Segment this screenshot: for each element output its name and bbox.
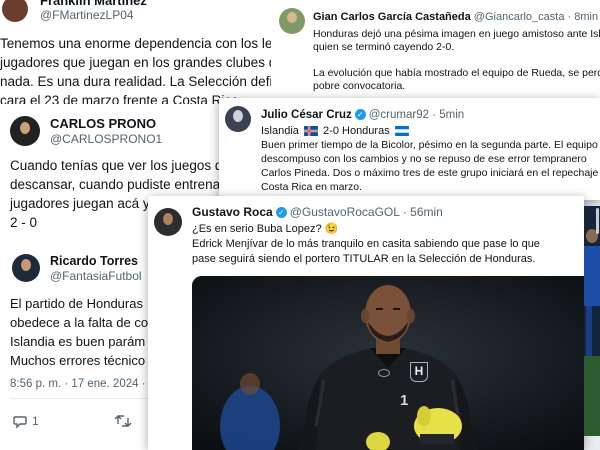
avatar-figure <box>233 110 243 122</box>
avatar[interactable] <box>225 106 251 132</box>
tweet-line: El partido de Honduras <box>10 296 143 311</box>
author-header: Julio César Cruz ✓ @crumar92 · 5min <box>261 109 464 121</box>
tweet-card-gustavo-roca[interactable]: Gustavo Roca ✓ @GustavoRocaGOL · 56min ¿Es… <box>148 196 584 450</box>
tweet-headline: Islandia 2-0 Honduras <box>261 125 411 137</box>
author-handle[interactable]: @FantasiaFutbol <box>50 269 142 283</box>
author-name[interactable]: Ricardo Torres <box>50 254 138 268</box>
tweet-card-gian-carlos[interactable]: Gian Carlos García Castañeda @Giancarlo_… <box>271 0 600 100</box>
reply-icon[interactable] <box>12 413 28 429</box>
tweet-line: Edrick Menjívar de lo más tranquilo en c… <box>192 238 540 250</box>
avatar-figure <box>287 12 297 23</box>
tweet-line: Islandia es buen parám <box>10 334 146 349</box>
headline-team-a: Islandia <box>261 125 299 137</box>
tweet-photo[interactable]: H 1 <box>192 276 584 450</box>
tweet-line: Cuando tenías que ver los juegos de <box>10 158 230 173</box>
tweet-line: jugadores que juegan en los grandes club… <box>0 55 284 70</box>
headline-score: 2-0 Honduras <box>323 125 390 137</box>
tweet-line: quien se terminó cayendo 2-0. <box>313 41 455 53</box>
tweet-card-ricardo-torres[interactable]: Ricardo Torres @FantasiaFutbol El partid… <box>0 246 160 450</box>
tweet-line: descansar, cuando pudiste entrena <box>10 177 221 192</box>
author-handle[interactable]: @crumar92 <box>369 109 429 121</box>
author-handle[interactable]: @CARLOSPRONO1 <box>50 132 162 146</box>
tweet-card-julio-cesar[interactable]: Julio César Cruz ✓ @crumar92 · 5min Island… <box>219 98 600 200</box>
tweet-line: Costa Rica en marzo. <box>261 181 362 193</box>
jersey-number: 1 <box>400 392 409 409</box>
divider <box>10 398 160 399</box>
author-handle[interactable]: @GustavoRocaGOL <box>290 205 400 219</box>
tweet-line: cara el 23 de marzo frente a Costa Rica <box>0 93 239 104</box>
avatar-figure <box>163 213 173 225</box>
tweet-line: La evolución que había mostrado el equip… <box>313 67 600 79</box>
jersey-crest-icon: H <box>410 362 428 382</box>
tweet-card-franklin[interactable]: Franklin Martínez @FMartinezLP04 Tenemos… <box>0 0 290 104</box>
tweet-time[interactable]: · 8min <box>568 11 599 23</box>
author-handle[interactable]: @FMartinezLP04 <box>40 8 134 22</box>
avatar[interactable] <box>279 8 305 34</box>
tweet-line: Tenemos una enorme dependencia con los l… <box>0 36 280 51</box>
tweet-time[interactable]: · 5min <box>432 109 464 121</box>
author-name[interactable]: Franklin Martínez <box>40 0 147 8</box>
tweet-line: descompuso con los cambios y no se repus… <box>261 153 587 165</box>
avatar[interactable] <box>154 208 182 236</box>
author-header: Gustavo Roca ✓ @GustavoRocaGOL · 56min <box>192 205 443 219</box>
author-name[interactable]: Julio César Cruz <box>261 109 352 121</box>
tweet-line: ¿Es en serio Buba Lopez? 😉 <box>192 223 339 235</box>
tweet-line: pobre convocatoria. <box>313 80 406 92</box>
tweet-line: Buen primer tiempo de la Bicolor, pésimo… <box>261 139 598 151</box>
author-name[interactable]: CARLOS PRONO <box>50 116 156 131</box>
tweet-time[interactable]: · 56min <box>403 205 443 219</box>
goalkeeper-image <box>192 276 584 450</box>
jersey-brand-icon <box>378 369 390 377</box>
reply-count: 1 <box>32 414 39 428</box>
avatar[interactable] <box>10 116 40 146</box>
verified-badge-icon: ✓ <box>275 207 287 219</box>
avatar-figure <box>21 259 31 271</box>
scrollbar-thumb[interactable] <box>596 208 599 234</box>
tweet-line: jugadores juegan acá y <box>10 196 150 211</box>
avatar[interactable] <box>12 254 40 282</box>
author-header: Gian Carlos García Castañeda @Giancarlo_… <box>313 11 598 23</box>
iceland-flag-icon <box>304 126 318 137</box>
tweet-line: Honduras dejó una pésima imagen en juego… <box>313 28 600 40</box>
retweet-icon[interactable] <box>114 413 132 429</box>
avatar-figure <box>20 122 30 134</box>
verified-badge-icon: ✓ <box>354 109 366 121</box>
tweet-line: obedece a la falta de co <box>10 315 149 330</box>
partial-image-right <box>584 206 600 436</box>
author-name[interactable]: Gustavo Roca <box>192 205 273 219</box>
tweet-line: pase seguirá siendo el portero TITULAR e… <box>192 253 536 265</box>
avatar[interactable] <box>2 0 28 22</box>
author-name[interactable]: Gian Carlos García Castañeda <box>313 11 471 23</box>
tweet-line: Muchos errores técnico <box>10 353 146 368</box>
author-handle[interactable]: @Giancarlo_casta <box>474 11 565 23</box>
tweet-line: Carlos Pineda. Dos o máximo tres de este… <box>261 167 599 179</box>
tweet-timestamp[interactable]: 8:56 p. m. · 17 ene. 2024 · <box>10 378 146 390</box>
tweet-line: nada. Es una dura realidad. La Selección… <box>0 74 280 89</box>
tweet-line: 2 - 0 <box>10 215 38 230</box>
honduras-flag-icon <box>394 126 409 137</box>
